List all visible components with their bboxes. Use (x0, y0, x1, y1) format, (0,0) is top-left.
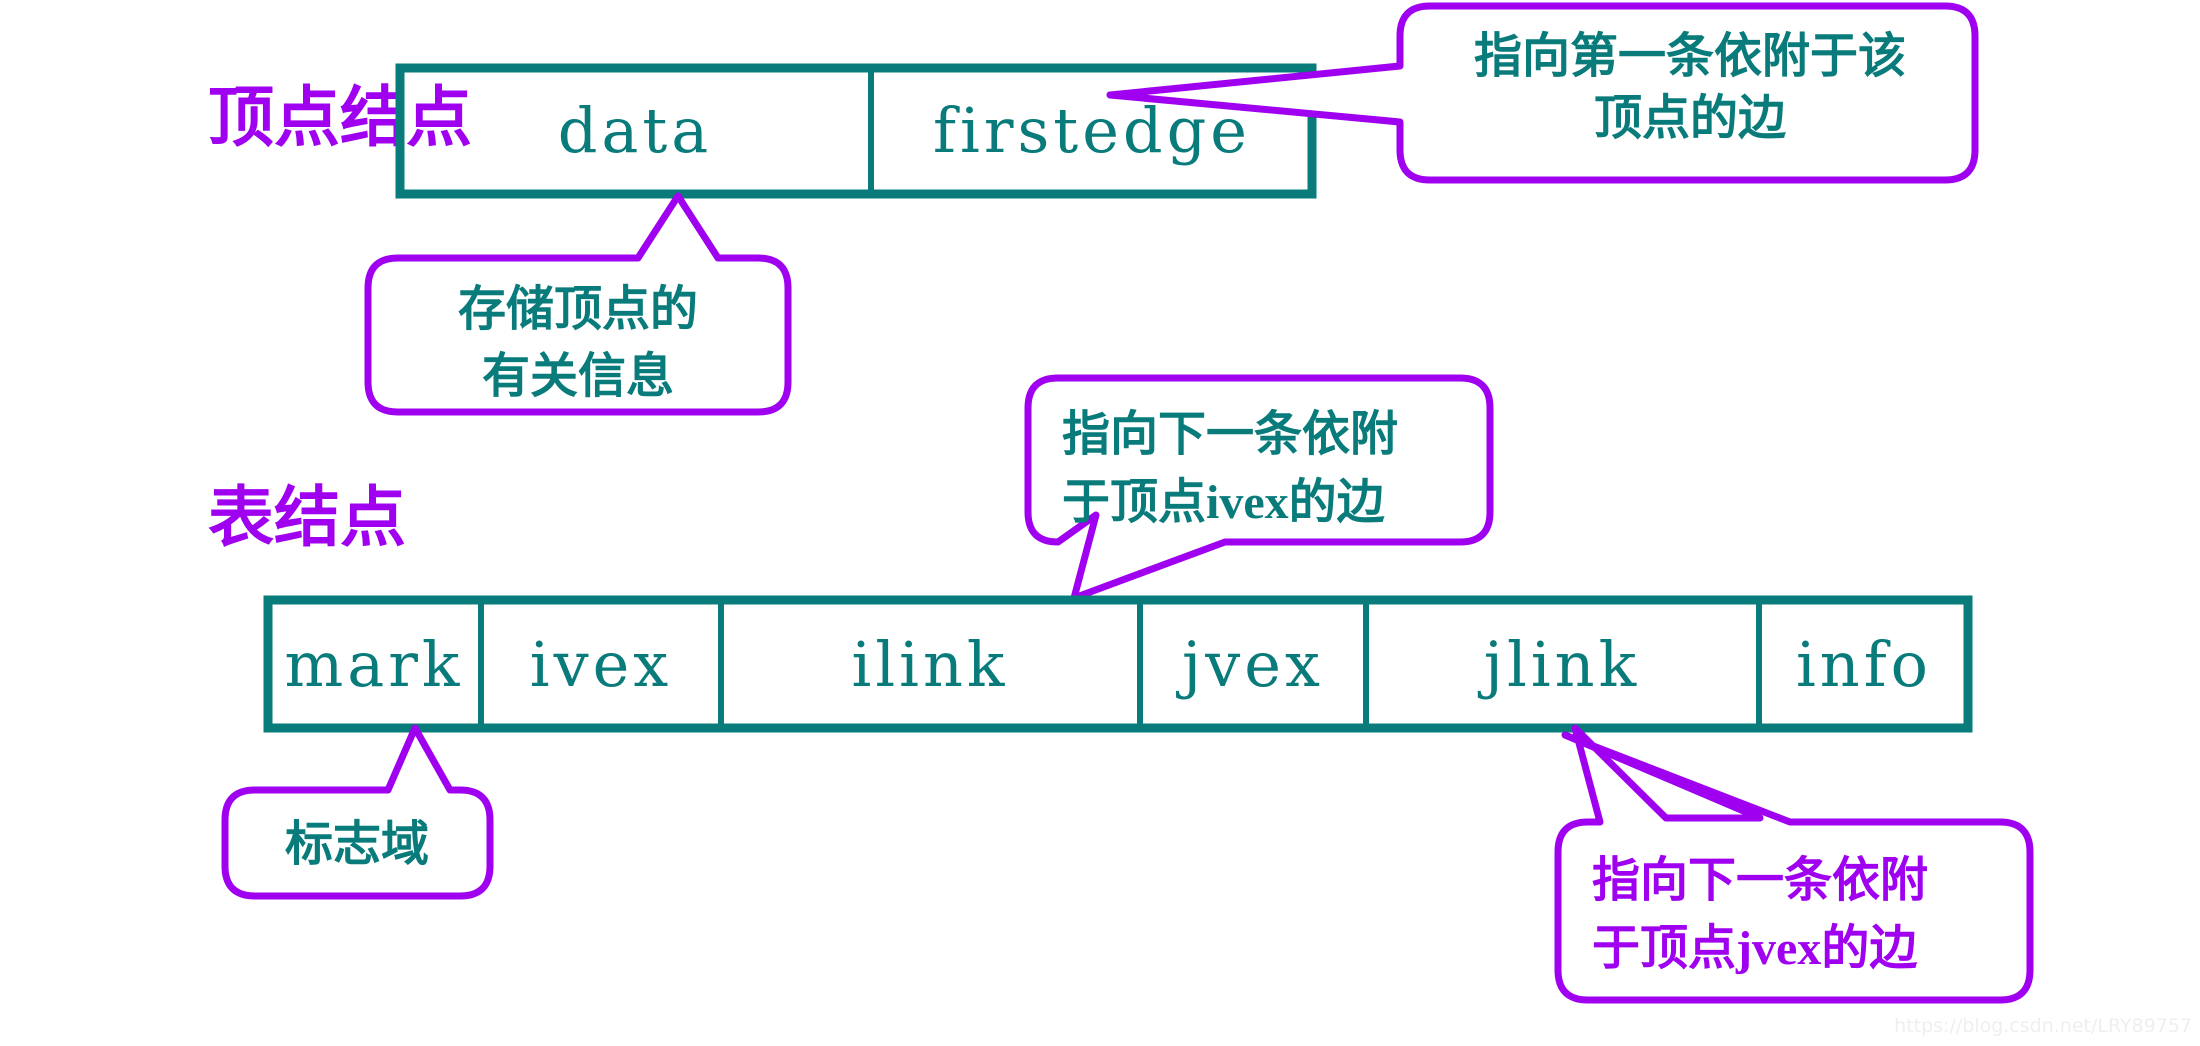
table-node-frame (263, 595, 1973, 733)
diagram-canvas: 顶点结点 data firstedge 指向第一条依附于该 顶点的边 存储顶点的… (0, 0, 2200, 1046)
callout-firstedge-line-1: 指向第一条依附于该 (1474, 28, 1906, 84)
callout-ilink: 指向下一条依附 于顶点ivex的边 (1024, 374, 1494, 602)
table-node-box: mark ivex ilink jvex jlink info (263, 595, 1973, 733)
callout-data-line-1: 存储顶点的 (458, 281, 698, 337)
table-node-label: 表结点 (208, 479, 406, 556)
callout-ilink-l2-p1: 于顶点 (1062, 474, 1206, 530)
adjacency-multilist-diagram: 顶点结点 data firstedge 指向第一条依附于该 顶点的边 存储顶点的… (208, 2, 2192, 1037)
callout-jlink: 指向下一条依附 于顶点jvex的边 (1554, 724, 2034, 1004)
callout-ilink-line-1: 指向下一条依附 (1062, 406, 1398, 462)
callout-jlink-l2-p3: 的边 (1821, 920, 1918, 976)
callout-jlink-l2-p2: jvex (1735, 922, 1821, 975)
callout-jlink-line-1: 指向下一条依附 (1592, 852, 1928, 908)
vertex-field-data: data (558, 94, 713, 167)
table-field-ivex: ivex (530, 628, 673, 701)
table-field-jlink: jlink (1478, 628, 1640, 701)
watermark: https://blog.csdn.net/LRY89757 (1894, 1015, 2192, 1037)
callout-ilink-line-2: 于顶点ivex的边 (1062, 474, 1386, 530)
callout-mark-line-1: 标志域 (285, 816, 429, 872)
callout-data: 存储顶点的 有关信息 (364, 192, 792, 416)
table-field-jvex: jvex (1176, 628, 1324, 701)
callout-jlink-line-2: 于顶点jvex的边 (1592, 920, 1918, 976)
table-field-mark: mark (285, 628, 464, 701)
callout-ilink-l2-p2: ivex (1206, 476, 1289, 529)
table-field-ilink: ilink (852, 628, 1009, 701)
callout-data-line-2: 有关信息 (482, 348, 674, 404)
vertex-node-label: 顶点结点 (208, 79, 472, 156)
callout-mark: 标志域 (221, 724, 494, 900)
callout-ilink-l2-p3: 的边 (1289, 474, 1386, 530)
table-field-info: info (1796, 628, 1932, 701)
callout-jlink-l2-p1: 于顶点 (1592, 920, 1736, 976)
callout-firstedge-line-2: 顶点的边 (1594, 90, 1787, 146)
